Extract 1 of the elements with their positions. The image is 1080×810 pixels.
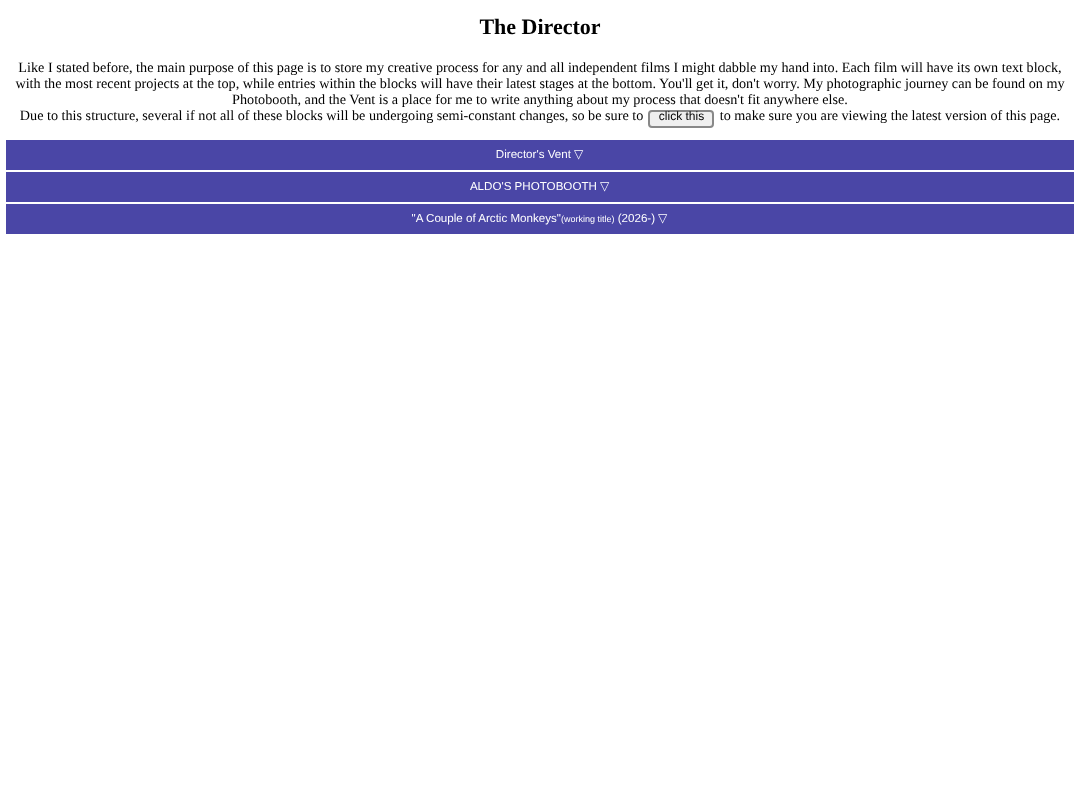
page-title: The Director	[477, 16, 603, 40]
